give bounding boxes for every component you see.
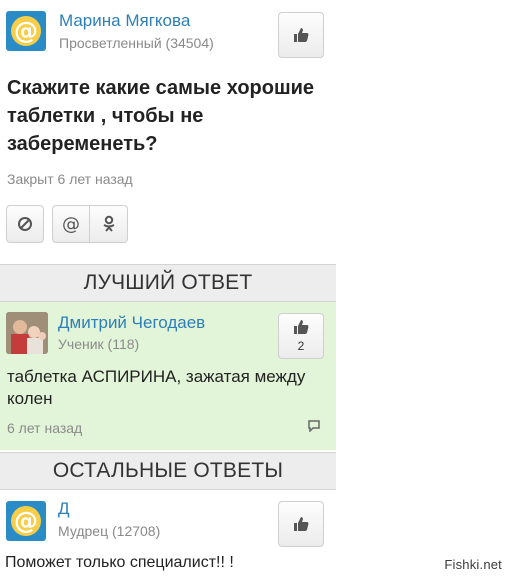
best-answer-author-avatar[interactable] bbox=[6, 312, 48, 354]
best-answer-like-button[interactable]: 2 bbox=[278, 313, 324, 359]
question-author-name[interactable]: Марина Мягкова bbox=[59, 11, 190, 31]
mail-at-icon: @ bbox=[11, 16, 41, 46]
best-answer-time: 6 лет назад bbox=[7, 420, 83, 436]
best-answer-author-rank: Ученик (118) bbox=[58, 336, 140, 352]
watermark: Fishki.net bbox=[444, 557, 502, 572]
question-like-button[interactable] bbox=[278, 12, 324, 58]
answers-page: @ Марина Мягкова Просветленный (34504) С… bbox=[0, 0, 336, 578]
thumbs-up-icon bbox=[294, 320, 309, 334]
other-answer-like-button[interactable] bbox=[278, 501, 324, 547]
block-icon[interactable] bbox=[6, 205, 44, 243]
odnoklassniki-icon bbox=[102, 215, 115, 232]
mail-at-icon: @ bbox=[62, 213, 80, 235]
odnoklassniki-share-button[interactable] bbox=[90, 205, 128, 243]
question-status: Закрыт 6 лет назад bbox=[7, 171, 133, 187]
question-author-avatar[interactable]: @ bbox=[6, 11, 46, 51]
share-group: @ bbox=[52, 205, 128, 243]
like-count: 2 bbox=[297, 339, 305, 353]
best-answer-author-name[interactable]: Дмитрий Чегодаев bbox=[58, 313, 205, 333]
other-answers-heading: ОСТАЛЬНЫЕ ОТВЕТЫ bbox=[0, 452, 336, 490]
mail-share-button[interactable]: @ bbox=[52, 205, 90, 243]
other-answer-text: Поможет только специалист!! ! bbox=[5, 554, 234, 571]
report-group bbox=[6, 205, 44, 243]
thumbs-up-icon bbox=[294, 517, 309, 531]
best-answer-heading: ЛУЧШИЙ ОТВЕТ bbox=[0, 264, 336, 302]
question-title: Скажите какие самые хорошие таблетки , ч… bbox=[7, 77, 315, 155]
other-answer-author-name[interactable]: Д bbox=[58, 499, 70, 519]
best-answer-text: таблетка АСПИРИНА, зажатая между колен bbox=[7, 367, 306, 408]
mail-at-icon: @ bbox=[11, 506, 41, 536]
question-author-rank: Просветленный (34504) bbox=[59, 35, 214, 51]
thumbs-up-icon bbox=[294, 28, 309, 42]
other-answer-author-avatar[interactable]: @ bbox=[6, 501, 46, 541]
comment-icon[interactable] bbox=[308, 420, 320, 432]
other-answer-author-rank: Мудрец (12708) bbox=[58, 523, 161, 539]
